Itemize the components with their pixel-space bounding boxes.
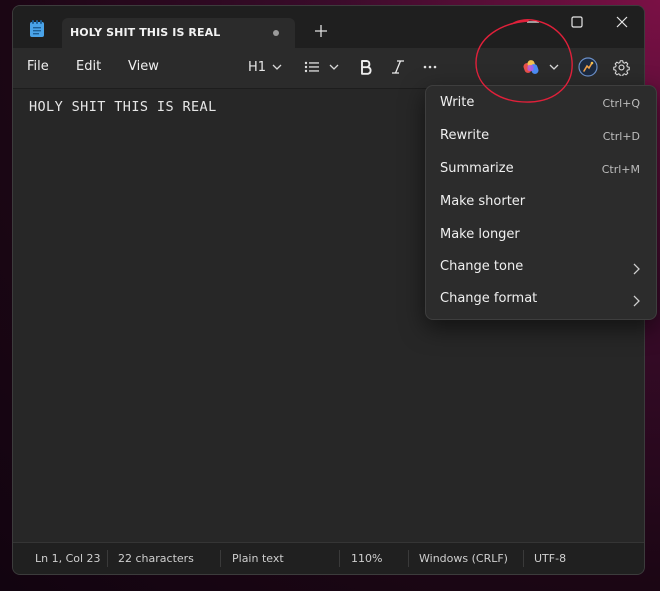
- status-divider: [107, 550, 108, 567]
- status-format[interactable]: Plain text: [232, 552, 284, 565]
- menu-view[interactable]: View: [128, 59, 159, 74]
- status-bar: Ln 1, Col 23 22 characters Plain text 11…: [13, 542, 644, 574]
- menu-item-summarize[interactable]: Summarize Ctrl+M: [426, 156, 656, 186]
- menu-item-label: Make shorter: [440, 194, 526, 209]
- close-icon[interactable]: [614, 14, 630, 30]
- menu-item-make-longer[interactable]: Make longer: [426, 222, 656, 252]
- menu-edit[interactable]: Edit: [76, 59, 101, 74]
- status-position: Ln 1, Col 23: [35, 552, 101, 565]
- document-text: HOLY SHIT THIS IS REAL: [29, 99, 217, 115]
- status-zoom[interactable]: 110%: [351, 552, 382, 565]
- menu-item-shortcut: Ctrl+D: [602, 130, 640, 143]
- copilot-menu: Write Ctrl+Q Rewrite Ctrl+D Summarize Ct…: [425, 85, 657, 320]
- menu-item-change-format[interactable]: Change format: [426, 286, 656, 316]
- heading-label: H1: [248, 59, 267, 75]
- avatar-icon: [578, 57, 598, 77]
- menu-item-label: Change format: [440, 291, 538, 306]
- menu-item-change-tone[interactable]: Change tone: [426, 254, 656, 284]
- red-circle-annotation: [475, 19, 573, 103]
- status-characters: 22 characters: [118, 552, 194, 565]
- menu-file[interactable]: File: [27, 59, 49, 74]
- list-dropdown[interactable]: [304, 56, 339, 78]
- italic-icon: [392, 60, 404, 74]
- account-button[interactable]: [578, 56, 598, 78]
- heading-dropdown[interactable]: H1: [248, 56, 282, 78]
- menu-item-label: Change tone: [440, 259, 524, 274]
- unsaved-dot-icon[interactable]: [273, 30, 279, 36]
- status-divider: [339, 550, 340, 567]
- chevron-down-icon: [272, 64, 282, 70]
- chevron-right-icon: [633, 263, 640, 275]
- notepad-app-icon: [30, 20, 44, 37]
- bold-icon: [361, 60, 372, 75]
- menu-item-label: Summarize: [440, 161, 514, 176]
- more-options-button[interactable]: [423, 56, 437, 78]
- status-divider: [220, 550, 221, 567]
- settings-button[interactable]: [613, 56, 630, 78]
- chevron-down-icon: [329, 64, 339, 70]
- bold-button[interactable]: [359, 56, 373, 78]
- chevron-right-icon: [633, 295, 640, 307]
- menu-item-label: Make longer: [440, 227, 520, 242]
- menu-item-make-shorter[interactable]: Make shorter: [426, 189, 656, 219]
- tab-title: HOLY SHIT THIS IS REAL: [70, 26, 221, 39]
- menu-item-rewrite[interactable]: Rewrite Ctrl+D: [426, 123, 656, 153]
- status-divider: [408, 550, 409, 567]
- list-icon: [304, 61, 319, 73]
- menu-item-label: Rewrite: [440, 128, 490, 143]
- menu-item-shortcut: Ctrl+Q: [602, 97, 640, 110]
- more-icon: [423, 65, 437, 69]
- new-tab-icon[interactable]: [314, 24, 328, 38]
- status-line-ending[interactable]: Windows (CRLF): [419, 552, 508, 565]
- menu-item-shortcut: Ctrl+M: [601, 163, 640, 176]
- italic-button[interactable]: [391, 56, 405, 78]
- tab-document[interactable]: HOLY SHIT THIS IS REAL: [62, 18, 295, 48]
- gear-icon: [613, 59, 630, 76]
- status-encoding[interactable]: UTF-8: [534, 552, 566, 565]
- status-divider: [523, 550, 524, 567]
